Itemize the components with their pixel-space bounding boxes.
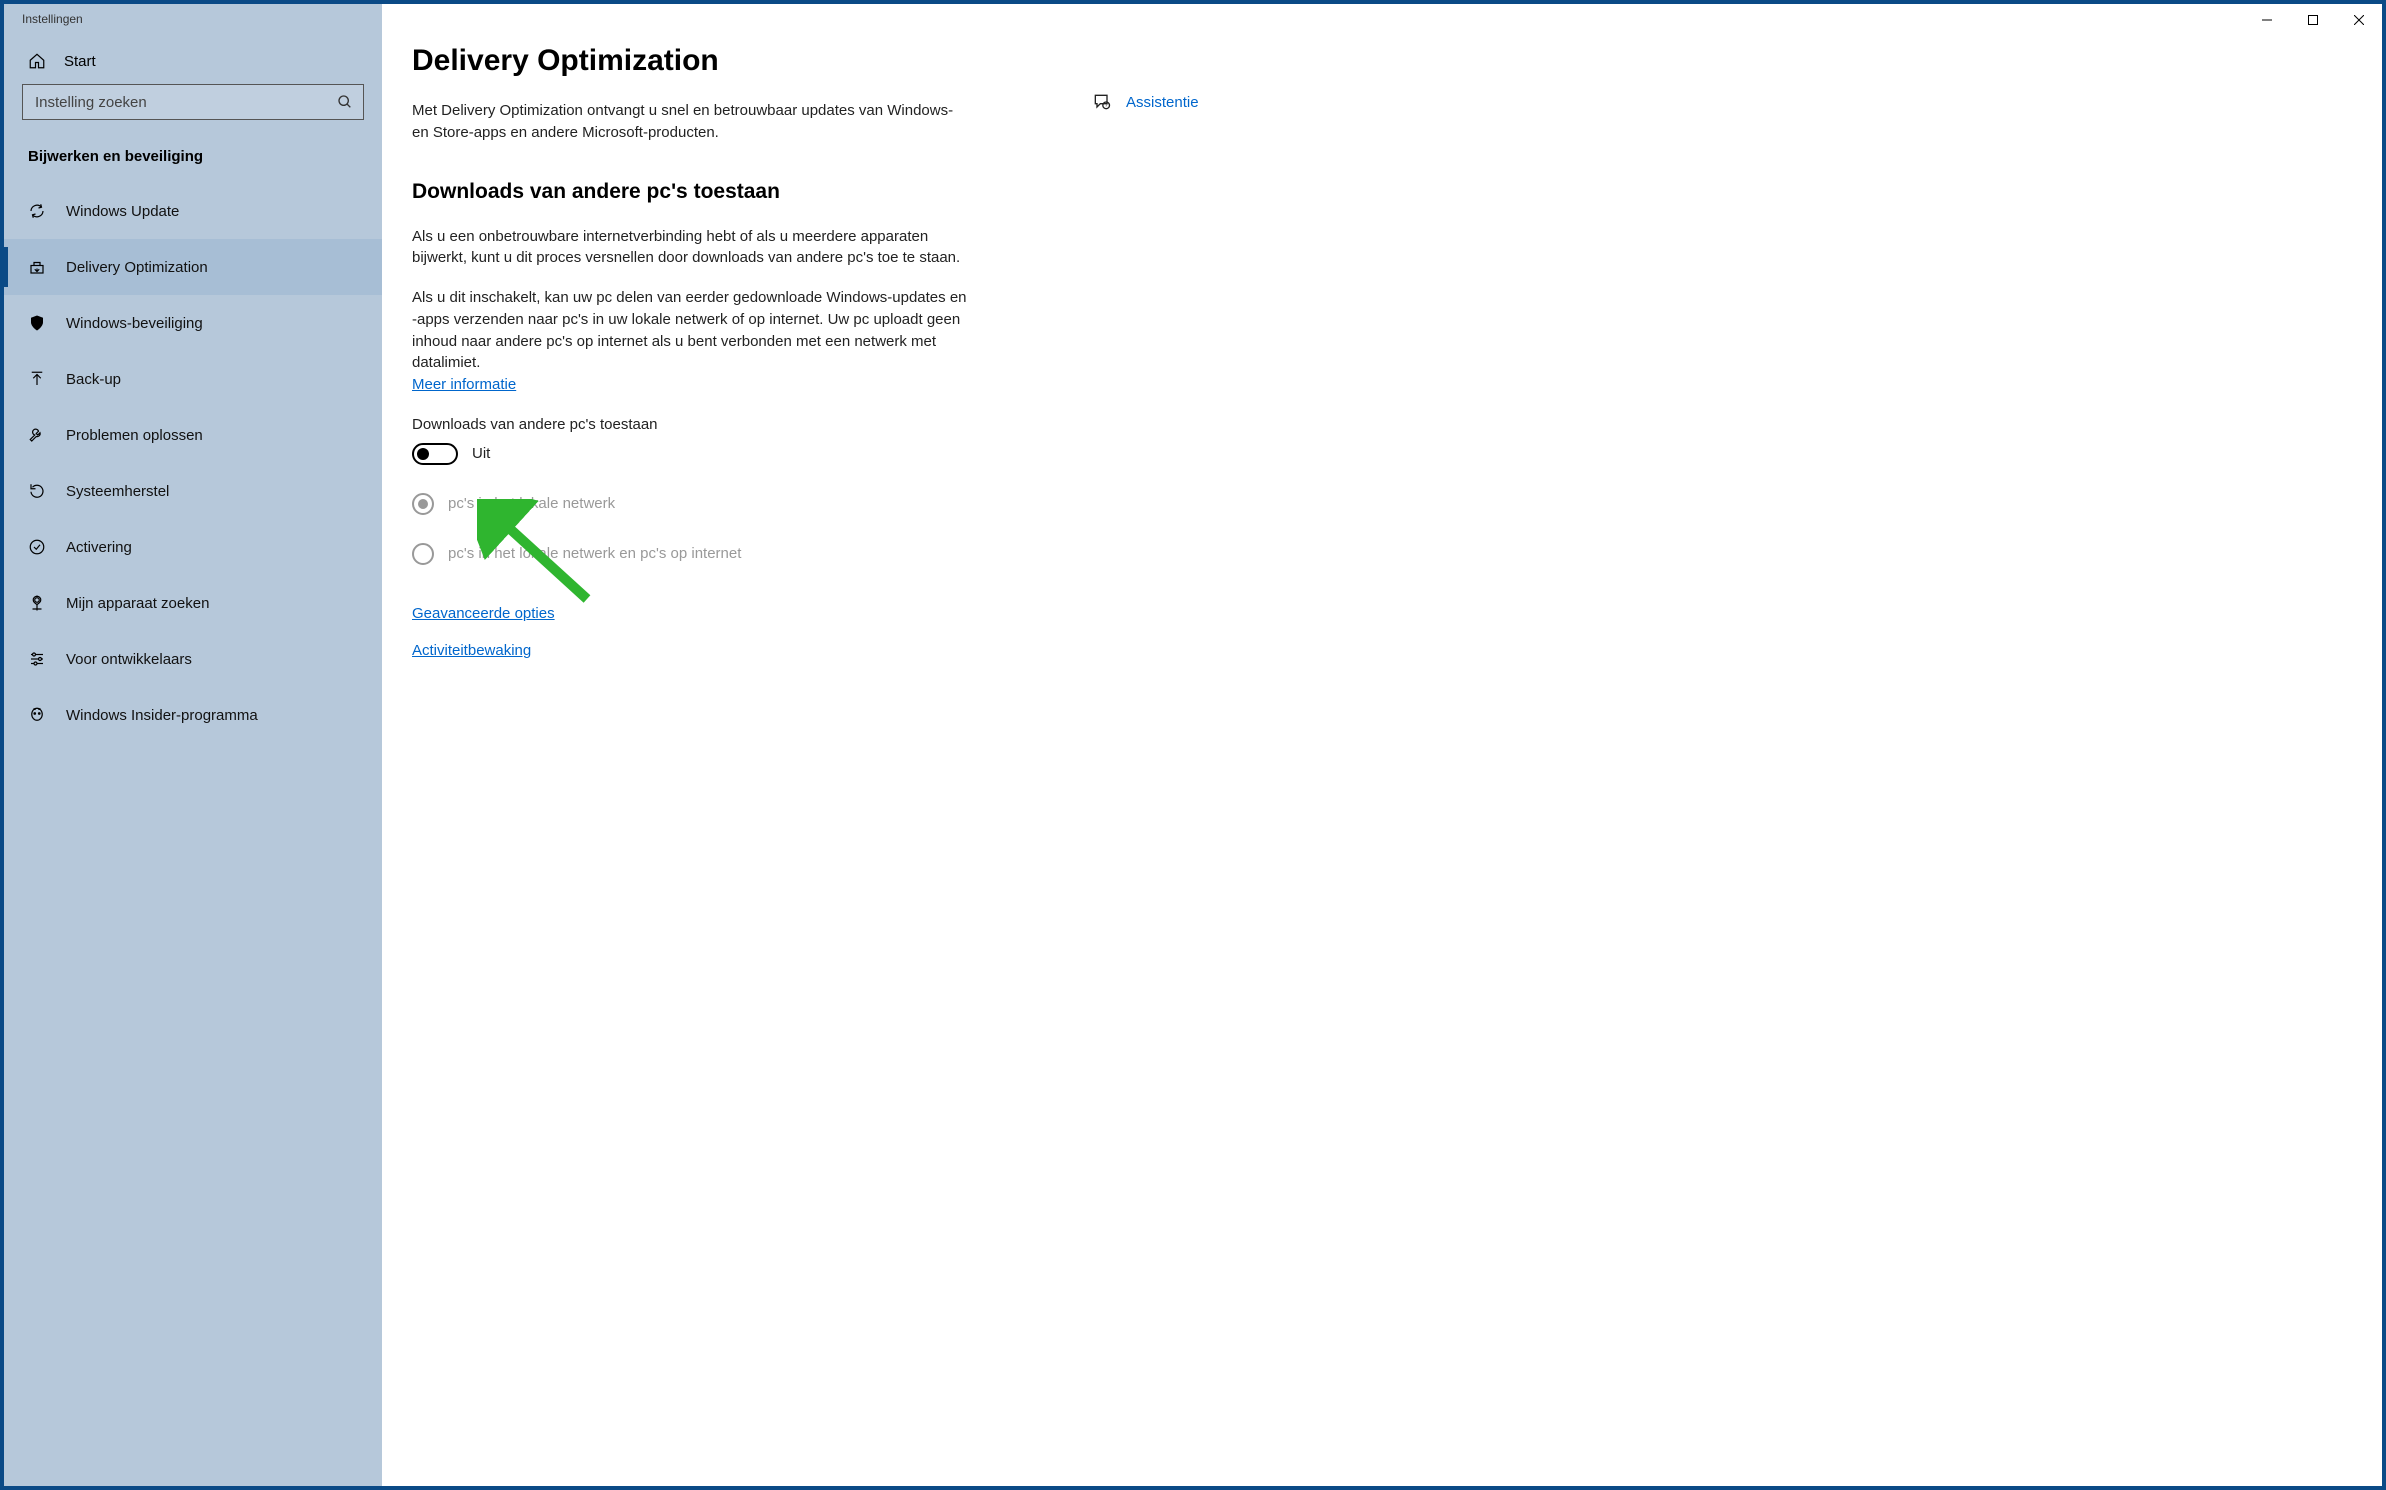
nav-list: Windows Update Delivery Optimization Win… (4, 183, 382, 743)
sidebar-item-label: Windows Insider-programma (66, 707, 258, 724)
sidebar-item-label: Windows-beveiliging (66, 315, 203, 332)
sidebar-item-label: Voor ontwikkelaars (66, 651, 192, 668)
titlebar (2244, 4, 2382, 36)
check-circle-icon (28, 538, 46, 556)
toggle-label: Downloads van andere pc's toestaan (412, 416, 972, 433)
shield-icon (28, 314, 46, 332)
maximize-button[interactable] (2290, 4, 2336, 36)
sidebar-item-windows-insider[interactable]: Windows Insider-programma (4, 687, 382, 743)
minimize-button[interactable] (2244, 4, 2290, 36)
radio-local-and-internet[interactable]: pc's in het lokale netwerk en pc's op in… (412, 543, 972, 565)
close-button[interactable] (2336, 4, 2382, 36)
sidebar-item-label: Mijn apparaat zoeken (66, 595, 209, 612)
search-icon (337, 94, 353, 110)
intro-text: Met Delivery Optimization ontvangt u sne… (412, 100, 972, 144)
sidebar-item-label: Windows Update (66, 203, 179, 220)
wrench-icon (28, 426, 46, 444)
location-icon (28, 594, 46, 612)
sidebar-item-recovery[interactable]: Systeemherstel (4, 463, 382, 519)
advanced-options-link[interactable]: Geavanceerde opties (412, 605, 972, 622)
sidebar-item-label: Systeemherstel (66, 483, 169, 500)
svg-text:?: ? (1105, 103, 1108, 109)
radio-label: pc's in het lokale netwerk en pc's op in… (448, 545, 741, 562)
sidebar-item-label: Problemen oplossen (66, 427, 203, 444)
sidebar-item-windows-update[interactable]: Windows Update (4, 183, 382, 239)
backup-icon (28, 370, 46, 388)
sync-icon (28, 202, 46, 220)
radio-local-network[interactable]: pc's in het lokale netwerk (412, 493, 972, 515)
radio-icon (412, 493, 434, 515)
toggle-knob (417, 448, 429, 460)
radio-label: pc's in het lokale netwerk (448, 495, 615, 512)
content-area: Start Bijwerken en beveiliging Windows U… (4, 4, 2382, 1486)
allow-downloads-toggle[interactable] (412, 443, 458, 465)
home-link[interactable]: Start (4, 40, 382, 84)
toggle-row: Uit (412, 443, 972, 465)
radio-icon (412, 543, 434, 565)
search-input[interactable] (23, 94, 363, 111)
delivery-icon (28, 258, 46, 276)
activity-monitor-link[interactable]: Activiteitbewaking (412, 642, 972, 659)
toggle-state-text: Uit (472, 445, 490, 462)
search-box[interactable] (22, 84, 364, 120)
right-column: ? Assistentie (1092, 44, 1199, 112)
section-heading: Downloads van andere pc's toestaan (412, 180, 972, 204)
sidebar-item-for-developers[interactable]: Voor ontwikkelaars (4, 631, 382, 687)
page-title: Delivery Optimization (412, 44, 972, 78)
sidebar-item-label: Back-up (66, 371, 121, 388)
sidebar-item-backup[interactable]: Back-up (4, 351, 382, 407)
recovery-icon (28, 482, 46, 500)
insider-icon (28, 706, 46, 724)
main-column: Delivery Optimization Met Delivery Optim… (412, 44, 972, 659)
help-label: Assistentie (1126, 94, 1199, 111)
sliders-icon (28, 650, 46, 668)
home-label: Start (64, 53, 96, 70)
help-icon: ? (1092, 92, 1112, 112)
sidebar: Start Bijwerken en beveiliging Windows U… (4, 4, 382, 1486)
home-icon (28, 52, 46, 70)
search-container (4, 84, 382, 138)
category-heading: Bijwerken en beveiliging (4, 138, 382, 183)
sidebar-item-label: Activering (66, 539, 132, 556)
sidebar-item-delivery-optimization[interactable]: Delivery Optimization (4, 239, 382, 295)
more-info-link[interactable]: Meer informatie (412, 376, 516, 393)
paragraph-2: Als u dit inschakelt, kan uw pc delen va… (412, 287, 972, 396)
settings-window: Instellingen Start (4, 4, 2382, 1486)
sidebar-item-troubleshoot[interactable]: Problemen oplossen (4, 407, 382, 463)
get-help-link[interactable]: ? Assistentie (1092, 92, 1199, 112)
app-title: Instellingen (22, 12, 83, 26)
sidebar-item-activation[interactable]: Activering (4, 519, 382, 575)
sidebar-item-label: Delivery Optimization (66, 259, 208, 276)
main-panel: Delivery Optimization Met Delivery Optim… (382, 4, 2382, 1486)
sidebar-item-find-my-device[interactable]: Mijn apparaat zoeken (4, 575, 382, 631)
sidebar-item-windows-security[interactable]: Windows-beveiliging (4, 295, 382, 351)
paragraph-1: Als u een onbetrouwbare internetverbindi… (412, 226, 972, 270)
